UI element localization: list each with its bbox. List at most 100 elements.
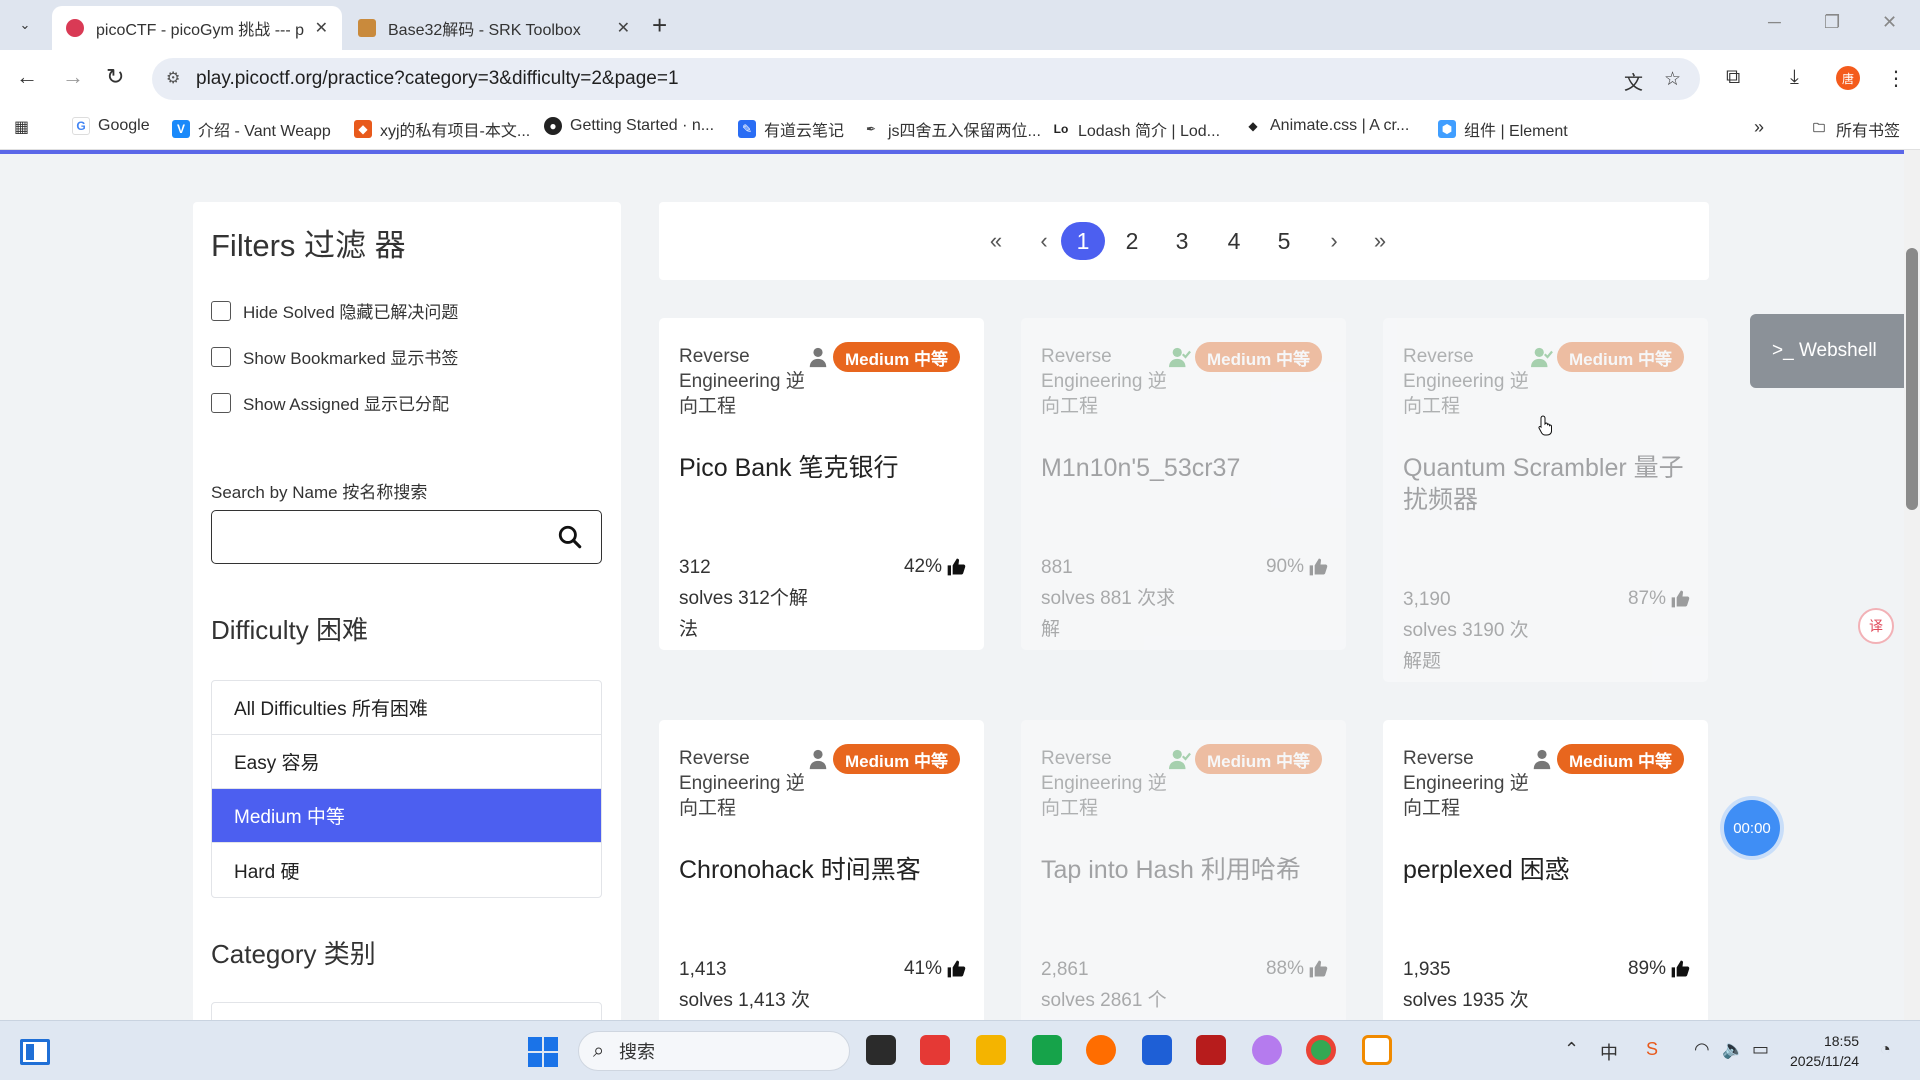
browser-menu-icon[interactable]: ⋮ bbox=[1886, 66, 1906, 91]
webshell-button[interactable]: >_ Webshell bbox=[1750, 314, 1904, 388]
scrollbar-thumb[interactable] bbox=[1906, 248, 1918, 510]
windows-start-icon[interactable] bbox=[528, 1037, 558, 1067]
difficulty-hard[interactable]: Hard 硬 bbox=[212, 843, 601, 897]
bookmarks-bar: ▦ G Google V 介绍 - Vant Weapp ◆ xyj的私有项目-本文.… bbox=[0, 108, 1920, 150]
challenge-card[interactable]: Reverse Engineering 逆向工程 Medium 中等 Pico … bbox=[659, 318, 984, 650]
close-tab-icon[interactable]: ✕ bbox=[315, 18, 328, 38]
translate-icon[interactable]: 文 bbox=[1624, 68, 1643, 95]
search-icon[interactable] bbox=[557, 524, 583, 550]
task-view-icon[interactable] bbox=[866, 1035, 896, 1065]
bookmark-vant[interactable]: V 介绍 - Vant Weapp bbox=[172, 117, 331, 141]
file-explorer-icon[interactable] bbox=[976, 1035, 1006, 1065]
difficulty-badge: Medium 中等 bbox=[1557, 342, 1684, 372]
search-label: Search by Name 按名称搜索 bbox=[211, 483, 428, 502]
apps-grid-icon[interactable]: ▦ bbox=[14, 117, 29, 137]
search-input[interactable] bbox=[211, 510, 602, 564]
difficulty-all[interactable]: All Difficulties 所有困难 bbox=[212, 681, 601, 735]
download-icon[interactable]: ⤓ bbox=[1790, 66, 1799, 89]
page-3-button[interactable]: 3 bbox=[1163, 222, 1201, 260]
bookmark-star-icon[interactable]: ☆ bbox=[1664, 68, 1681, 91]
rating-value: 88% bbox=[1265, 958, 1304, 979]
forward-icon[interactable]: → bbox=[62, 66, 84, 88]
new-tab-button[interactable]: + bbox=[652, 10, 667, 41]
green-app-icon[interactable] bbox=[1032, 1035, 1062, 1065]
browser-tab-picoctf[interactable]: picoCTF - picoGym 挑战 --- p ✕ bbox=[52, 6, 342, 50]
checkbox-box[interactable] bbox=[211, 300, 231, 321]
chrome-icon[interactable] bbox=[1306, 1035, 1336, 1065]
page-4-button[interactable]: 4 bbox=[1215, 222, 1253, 260]
challenge-card[interactable]: Reverse Engineering 逆向工程 Medium 中等 Quant… bbox=[1383, 318, 1708, 682]
show-assigned-checkbox[interactable]: Show Assigned 显示已分配 bbox=[211, 390, 449, 415]
ime-icon[interactable]: 中 bbox=[1600, 1039, 1618, 1065]
page-2-button[interactable]: 2 bbox=[1113, 222, 1151, 260]
sogou-icon[interactable]: S bbox=[1646, 1039, 1658, 1060]
challenge-card[interactable]: Reverse Engineering 逆向工程 Medium 中等 Tap i… bbox=[1021, 720, 1346, 1020]
difficulty-easy[interactable]: Easy 容易 bbox=[212, 735, 601, 789]
taskbar: ⌕ 搜索 ⌃ 中 S ◠ 🔈 ▭ 18:55 2025/11/24 ◔ bbox=[0, 1020, 1920, 1080]
bookmark-google[interactable]: G Google bbox=[72, 117, 150, 135]
project-icon: ◆ bbox=[354, 120, 372, 138]
screenshot-app-icon[interactable] bbox=[1362, 1035, 1392, 1065]
bookmark-label: Animate.css | A cr... bbox=[1270, 117, 1410, 134]
show-bookmarked-checkbox[interactable]: Show Bookmarked 显示书签 bbox=[211, 344, 458, 369]
browser-tab-srk[interactable]: Base32解码 - SRK Toolbox ✕ bbox=[344, 6, 644, 50]
notification-icon[interactable]: ◔ bbox=[1880, 1039, 1891, 1060]
page-1-button[interactable]: 1 bbox=[1061, 222, 1105, 260]
minimize-icon[interactable]: ─ bbox=[1768, 12, 1781, 33]
site-info-icon[interactable]: ⚙ bbox=[166, 68, 180, 88]
hide-solved-checkbox[interactable]: Hide Solved 隐藏已解决问题 bbox=[211, 298, 458, 323]
challenge-name: Pico Bank 笔克银行 bbox=[679, 454, 899, 482]
extensions-icon[interactable]: ⧉ bbox=[1726, 66, 1740, 89]
reload-icon[interactable]: ↻ bbox=[106, 66, 124, 88]
widgets-icon[interactable] bbox=[20, 1039, 50, 1065]
firefox-icon[interactable] bbox=[1086, 1035, 1116, 1065]
bookmarks-overflow-button[interactable]: » bbox=[1754, 117, 1764, 138]
bookmark-element[interactable]: ⬢ 组件 | Element bbox=[1438, 117, 1568, 141]
bookmark-github[interactable]: ● Getting Started · n... bbox=[544, 117, 714, 135]
translate-assistant-icon[interactable]: 译 bbox=[1858, 608, 1894, 644]
restore-icon[interactable]: ❐ bbox=[1824, 12, 1840, 33]
checkbox-box[interactable] bbox=[211, 346, 231, 367]
address-bar[interactable]: ⚙ play.picoctf.org/practice?category=3&d… bbox=[152, 58, 1700, 100]
bookmark-youdao[interactable]: ✎ 有道云笔记 bbox=[738, 117, 844, 141]
tab-search-button[interactable]: ⌄ bbox=[12, 12, 38, 38]
search-placeholder: 搜索 bbox=[619, 1042, 655, 1062]
checkbox-label: Hide Solved 隐藏已解决问题 bbox=[243, 303, 459, 322]
blue-app-icon[interactable] bbox=[1142, 1035, 1172, 1065]
taskbar-search[interactable]: ⌕ 搜索 bbox=[578, 1031, 850, 1071]
bookmark-project[interactable]: ◆ xyj的私有项目-本文... bbox=[354, 117, 530, 141]
challenge-category: Reverse Engineering 逆向工程 bbox=[1403, 748, 1529, 819]
bookmark-label: 组件 | Element bbox=[1464, 123, 1568, 140]
profile-avatar[interactable]: 唐 bbox=[1836, 66, 1860, 90]
user-icon bbox=[809, 347, 827, 368]
checkbox-box[interactable] bbox=[211, 392, 231, 413]
tray-chevron-icon[interactable]: ⌃ bbox=[1564, 1039, 1579, 1060]
wifi-icon[interactable]: ◠ bbox=[1694, 1039, 1710, 1060]
page-5-button[interactable]: 5 bbox=[1265, 222, 1303, 260]
bookmark-animate[interactable]: ◆ Animate.css | A cr... bbox=[1244, 117, 1409, 135]
next-page-button[interactable]: › bbox=[1315, 222, 1353, 260]
challenge-card[interactable]: Reverse Engineering 逆向工程 Medium 中等 Chron… bbox=[659, 720, 984, 1020]
prev-page-button[interactable]: ‹ bbox=[1025, 222, 1063, 260]
wps-icon[interactable] bbox=[920, 1035, 950, 1065]
cat-app-icon[interactable] bbox=[1252, 1035, 1282, 1065]
close-tab-icon[interactable]: ✕ bbox=[617, 18, 630, 38]
bookmark-lodash[interactable]: Lo Lodash 简介 | Lod... bbox=[1052, 117, 1220, 141]
game-app-icon[interactable] bbox=[1196, 1035, 1226, 1065]
challenge-card[interactable]: Reverse Engineering 逆向工程 Medium 中等 M1n10… bbox=[1021, 318, 1346, 650]
hand-cursor-icon bbox=[1538, 415, 1552, 436]
rating: 88% bbox=[1266, 958, 1328, 980]
challenge-card[interactable]: Reverse Engineering 逆向工程 Medium 中等 perpl… bbox=[1383, 720, 1708, 1020]
difficulty-medium[interactable]: Medium 中等 bbox=[212, 789, 601, 843]
close-window-icon[interactable]: ✕ bbox=[1882, 12, 1897, 33]
first-page-button[interactable]: « bbox=[977, 222, 1015, 260]
bookmark-js[interactable]: ✒ js四舍五入保留两位... bbox=[862, 117, 1041, 141]
all-bookmarks-folder[interactable]: 🗀 所有书签 bbox=[1810, 117, 1900, 141]
volume-icon[interactable]: 🔈 bbox=[1722, 1039, 1744, 1060]
back-icon[interactable]: ← bbox=[16, 66, 38, 88]
solve-count: 3,190 bbox=[1403, 589, 1451, 610]
timer-badge[interactable]: 00:00 bbox=[1724, 800, 1780, 856]
last-page-button[interactable]: » bbox=[1361, 222, 1399, 260]
taskbar-clock[interactable]: 18:55 2025/11/24 bbox=[1790, 1031, 1859, 1071]
battery-icon[interactable]: ▭ bbox=[1752, 1039, 1769, 1060]
